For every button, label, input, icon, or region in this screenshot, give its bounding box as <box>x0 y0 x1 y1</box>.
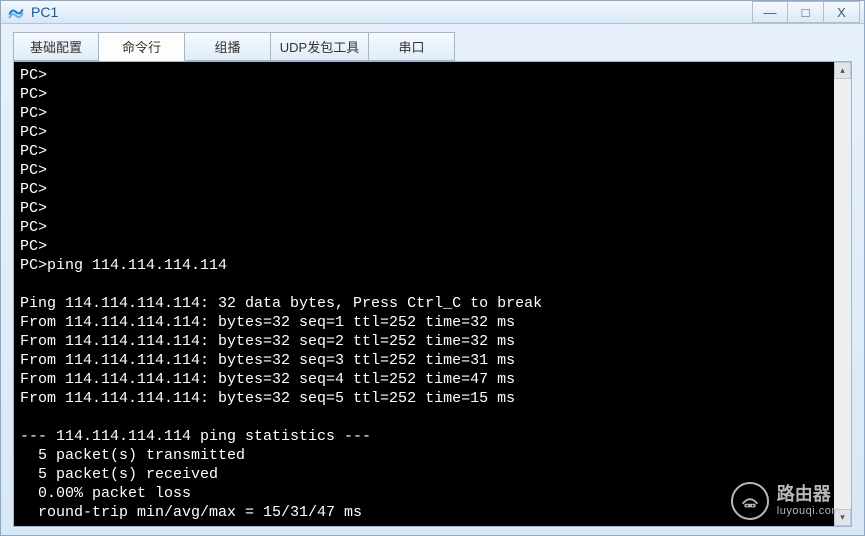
tabs-row: 基础配置 命令行 组播 UDP发包工具 串口 <box>1 24 864 61</box>
terminal-output[interactable]: PC> PC> PC> PC> PC> PC> PC> PC> PC> PC> … <box>14 62 834 526</box>
tab-serial[interactable]: 串口 <box>369 32 455 61</box>
window-controls: — □ X <box>752 1 860 23</box>
app-window: PC1 — □ X 基础配置 命令行 组播 UDP发包工具 串口 PC> PC>… <box>0 0 865 536</box>
scroll-down-button[interactable]: ▾ <box>834 509 851 526</box>
scroll-up-button[interactable]: ▴ <box>834 62 851 79</box>
titlebar: PC1 — □ X <box>1 1 864 24</box>
scrollbar[interactable]: ▴ ▾ <box>834 62 851 526</box>
scroll-track[interactable] <box>834 79 851 509</box>
tab-basic-config[interactable]: 基础配置 <box>13 32 99 61</box>
terminal-container: PC> PC> PC> PC> PC> PC> PC> PC> PC> PC> … <box>13 61 852 527</box>
window-title: PC1 <box>31 4 752 20</box>
tab-command-line[interactable]: 命令行 <box>99 32 185 61</box>
close-button[interactable]: X <box>824 1 860 23</box>
tab-multicast[interactable]: 组播 <box>185 32 271 61</box>
tab-udp-tool[interactable]: UDP发包工具 <box>271 32 369 61</box>
minimize-button[interactable]: — <box>752 1 788 23</box>
app-icon <box>7 3 25 21</box>
maximize-button[interactable]: □ <box>788 1 824 23</box>
